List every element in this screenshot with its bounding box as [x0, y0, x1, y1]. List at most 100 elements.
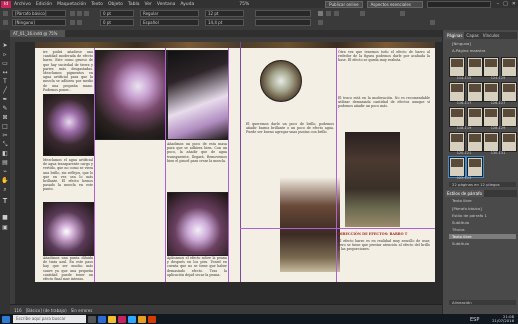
- photoshop-taskbar-icon[interactable]: [128, 315, 136, 323]
- line-tool-icon[interactable]: ╱: [1, 87, 9, 94]
- style-item[interactable]: [Párrafo básico]: [449, 206, 516, 211]
- menu-ventana[interactable]: Ventana: [157, 2, 175, 7]
- selection-tool-icon[interactable]: ➤: [1, 42, 9, 49]
- edge-icon[interactable]: [98, 315, 106, 323]
- left-page[interactable]: ire podrá añadirse una cantidad moderada…: [35, 42, 240, 282]
- apply-color-icon[interactable]: ■: [1, 214, 9, 221]
- indesign-taskbar-icon[interactable]: [118, 315, 126, 323]
- menu-texto[interactable]: Texto: [91, 2, 103, 7]
- task-view-icon[interactable]: [88, 315, 96, 323]
- zoom-level[interactable]: 75%: [239, 2, 249, 7]
- page-thumb[interactable]: [483, 107, 499, 127]
- style-item-selected[interactable]: Texto libre: [449, 234, 516, 239]
- paragraph-style-select[interactable]: [Párrafo básico]: [12, 10, 66, 17]
- align-right-icon[interactable]: [84, 11, 89, 16]
- windows-start-icon[interactable]: [2, 315, 10, 323]
- type-tool-icon[interactable]: T: [1, 78, 9, 85]
- menu-archivo[interactable]: Archivo: [14, 2, 31, 7]
- hand-tool-icon[interactable]: ✋: [1, 177, 9, 184]
- list-numbers-icon[interactable]: [334, 11, 339, 16]
- page-thumb[interactable]: [501, 57, 517, 77]
- view-mode-icon[interactable]: ▣: [1, 224, 9, 231]
- section-heading[interactable]: DIRECCIÓN DE EFECTOS: BARRO T: [338, 232, 430, 236]
- search-input[interactable]: [426, 0, 491, 8]
- page-thumb[interactable]: [467, 132, 483, 152]
- taskbar-search[interactable]: Escribe aquí para buscar: [13, 315, 86, 323]
- page-thumb[interactable]: [467, 107, 483, 127]
- text-column-mid-2[interactable]: Aplicamos el efecto sobre la peana y des…: [167, 256, 227, 280]
- page-thumb-selected[interactable]: [448, 156, 466, 178]
- menu-tabla[interactable]: Tabla: [128, 2, 140, 7]
- workspace-switcher[interactable]: Aspectos esenciales: [366, 0, 423, 8]
- text-column-right-1[interactable]: El queremos darle un poco de brillo, pod…: [246, 122, 334, 164]
- page-thumb[interactable]: [483, 132, 499, 152]
- text-column-left-1[interactable]: ire podrá añadirse una cantidad moderada…: [43, 50, 93, 92]
- page-thumb[interactable]: [449, 82, 465, 102]
- text-frame-options-icon[interactable]: [400, 11, 405, 16]
- tab-vinculos[interactable]: Vínculos: [481, 32, 502, 39]
- rectangle-frame-tool-icon[interactable]: ⊠: [1, 114, 9, 121]
- swatch-select-a[interactable]: [255, 10, 311, 17]
- page-thumb[interactable]: [501, 107, 517, 127]
- system-tray[interactable]: 21:08 21/07/2016: [492, 314, 518, 323]
- illustrator-taskbar-icon[interactable]: [138, 315, 146, 323]
- preflight-profile[interactable]: [Básico] (de trabajo): [26, 308, 67, 313]
- grid-align-icon[interactable]: [360, 11, 365, 16]
- align-center-icon[interactable]: [77, 11, 82, 16]
- page-thumb[interactable]: [483, 82, 499, 102]
- align-left-icon[interactable]: [70, 11, 75, 16]
- tab-paginas[interactable]: Páginas: [445, 32, 465, 39]
- page-thumb[interactable]: [449, 132, 465, 152]
- pen-tool-icon[interactable]: ✒: [1, 96, 9, 103]
- align-panel-tab[interactable]: Alineación: [449, 300, 516, 305]
- style-item[interactable]: Subtítulo: [449, 241, 516, 246]
- gradient-tool-icon[interactable]: ◧: [1, 150, 9, 157]
- minimize-icon[interactable]: –: [497, 1, 500, 7]
- master-none[interactable]: [Ninguna]: [449, 41, 516, 46]
- text-column-right-4[interactable]: El efecto barro es en realidad muy senci…: [338, 239, 430, 279]
- page-number-field[interactable]: 116: [14, 308, 22, 313]
- tab-paragraph-styles[interactable]: Estilos de párrafo: [445, 190, 484, 197]
- eyedropper-tool-icon[interactable]: ⌁: [1, 168, 9, 175]
- text-column-left-2[interactable]: Mezclamos el agua artificial de agua tra…: [43, 158, 93, 200]
- menu-maquetacion[interactable]: Maquetación: [57, 2, 86, 7]
- page-thumb[interactable]: [501, 132, 517, 152]
- swatch-select-b[interactable]: [255, 19, 311, 26]
- rectangle-tool-icon[interactable]: □: [1, 123, 9, 130]
- text-column-mid-1[interactable]: Añadimos un poco de esta masa para que s…: [167, 142, 227, 190]
- stroke-weight-b[interactable]: 0 pt: [100, 19, 134, 26]
- publish-online-button[interactable]: Publicar online: [325, 0, 363, 8]
- text-color-icon[interactable]: [318, 11, 323, 16]
- menu-objeto[interactable]: Objeto: [108, 2, 123, 7]
- tab-capas[interactable]: Capas: [464, 32, 480, 39]
- page-thumb[interactable]: [467, 82, 483, 102]
- page-thumb[interactable]: [449, 107, 465, 127]
- menu-ver[interactable]: Ver: [145, 2, 152, 7]
- fill-stroke-icon[interactable]: T: [1, 198, 9, 205]
- mud-base-photo[interactable]: [260, 60, 302, 102]
- keyboard-language[interactable]: ESP: [470, 317, 479, 323]
- char-format-icon[interactable]: [3, 11, 8, 16]
- indent-left-icon[interactable]: [70, 20, 75, 25]
- page-thumb[interactable]: [501, 82, 517, 102]
- master-a[interactable]: A-Página maestra: [449, 48, 516, 53]
- file-explorer-icon[interactable]: [108, 315, 116, 323]
- columns-icon[interactable]: [318, 20, 323, 25]
- leading-field[interactable]: 14,4 pt: [205, 19, 244, 26]
- gap-tool-icon[interactable]: ↔: [1, 69, 9, 76]
- mixing-cup-photo-1[interactable]: [43, 94, 95, 156]
- style-item[interactable]: Subtítulo: [449, 220, 516, 225]
- mixing-cup-photo-2[interactable]: [43, 202, 95, 256]
- paint-cup-photo[interactable]: [95, 50, 167, 140]
- font-style-select[interactable]: Regular: [140, 10, 199, 17]
- panel-menu-icon[interactable]: [430, 20, 435, 25]
- stroke-weight-a[interactable]: 0 pt: [100, 10, 134, 17]
- para-format-icon[interactable]: [3, 20, 8, 25]
- scissors-tool-icon[interactable]: ✂: [1, 132, 9, 139]
- maximize-icon[interactable]: □: [503, 1, 508, 7]
- menu-ayuda[interactable]: Ayuda: [180, 2, 194, 7]
- pencil-tool-icon[interactable]: ✎: [1, 105, 9, 112]
- font-size-field[interactable]: 12 pt: [205, 10, 244, 17]
- text-column-left-3[interactable]: Añadimos una punta diluida de tinta azul…: [43, 256, 93, 280]
- char-style-select[interactable]: [Ninguno]: [12, 19, 66, 26]
